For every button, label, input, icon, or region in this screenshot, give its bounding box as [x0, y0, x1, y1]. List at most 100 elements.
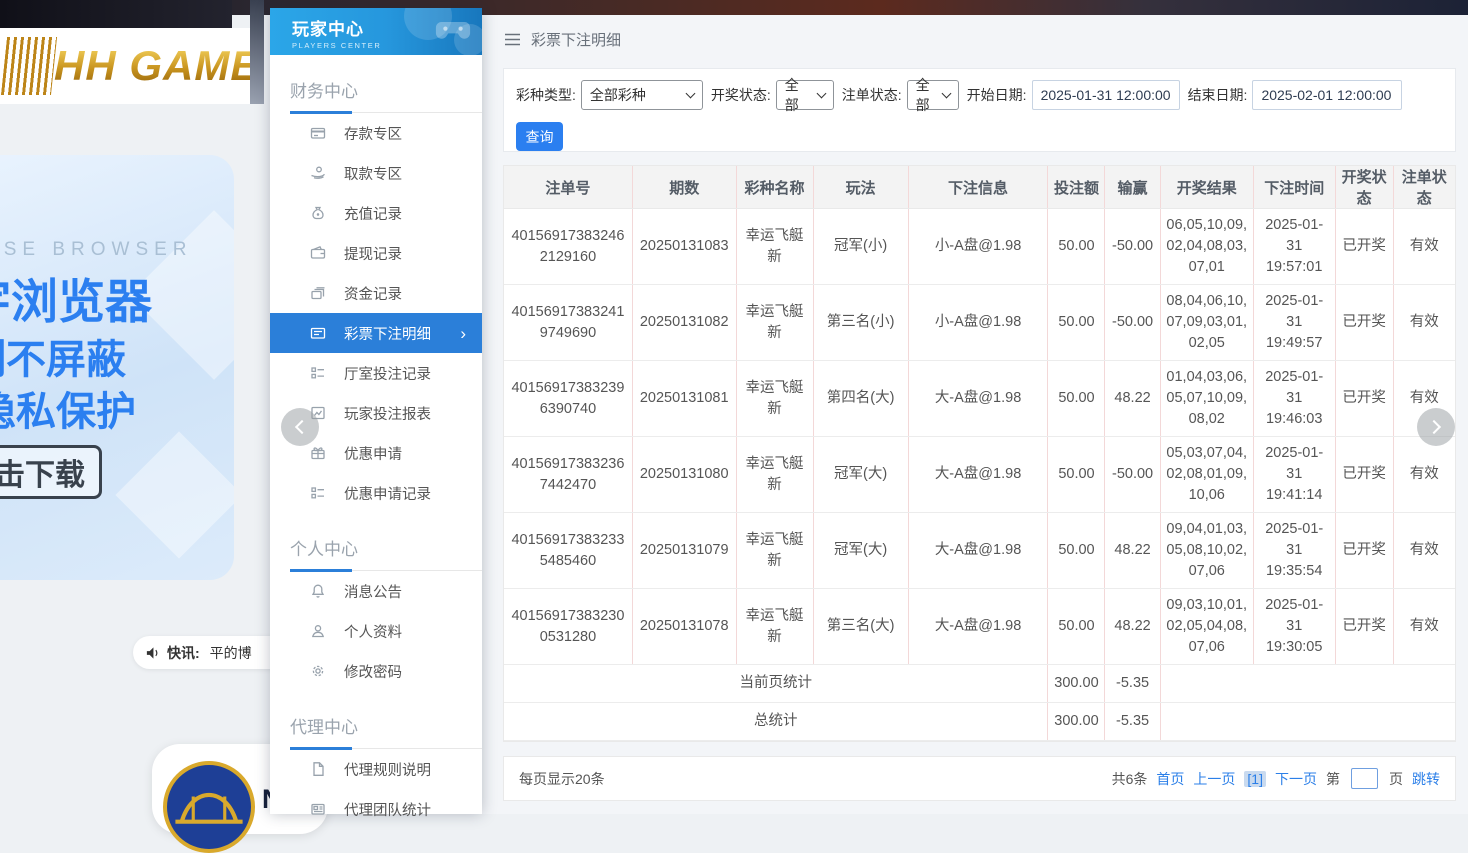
table-cell: 48.22: [1105, 361, 1160, 437]
col-order-status: 注单状态: [1393, 166, 1455, 209]
draw-status-label: 开奖状态:: [711, 85, 771, 105]
sidebar-item-recharge-records[interactable]: 充值记录: [270, 193, 482, 233]
sidebar-item-agent-rules[interactable]: 代理规则说明: [270, 749, 482, 789]
page-title-bar: 彩票下注明细: [504, 29, 621, 50]
table-cell: 第三名(小): [813, 285, 908, 361]
banner-line3: 隐私保护: [0, 379, 136, 437]
banner-subtitle: RSE BROWSER: [0, 239, 193, 261]
browser-ad-banner[interactable]: RSE BROWSER 宇浏览器 制不屏蔽 隐私保护 击下载: [0, 155, 234, 580]
sidebar-item-label: 存款专区: [344, 123, 402, 144]
table-cell: 01,04,03,06,05,07,10,09,08,02: [1160, 361, 1253, 437]
sidebar-item-label: 优惠申请记录: [344, 483, 431, 504]
sidebar-item-label: 取款专区: [344, 163, 402, 184]
sidebar-collapse-button[interactable]: [281, 408, 319, 446]
table-cell: 冠军(大): [813, 513, 908, 589]
sidebar-item-change-password[interactable]: 修改密码: [270, 651, 482, 691]
sidebar-item-promo-apply-records[interactable]: 优惠申请记录: [270, 473, 482, 513]
chevron-down-icon: [816, 89, 826, 99]
table-cell: 2025-01-31 19:49:57: [1253, 285, 1335, 361]
table-cell: 幸运飞艇新: [736, 209, 813, 285]
table-cell: 有效: [1393, 437, 1455, 513]
table-cell: 2025-01-31 19:46:03: [1253, 361, 1335, 437]
sidebar-item-deposit[interactable]: 存款专区: [270, 113, 482, 153]
table-cell: 大-A盘@1.98: [908, 589, 1048, 665]
bet-table-body: 40156917383246212916020250131083幸运飞艇新冠军(…: [504, 209, 1455, 741]
lottery-type-select[interactable]: 全部彩种: [581, 80, 703, 110]
sidebar-item-agent-team-stats[interactable]: 代理团队统计: [270, 789, 482, 829]
sidebar-item-label: 资金记录: [344, 283, 402, 304]
bet-details-table: 注单号 期数 彩种名称 玩法 下注信息 投注额 输赢 开奖结果 下注时间 开奖状…: [503, 165, 1456, 742]
order-status-select[interactable]: 全部: [907, 80, 959, 110]
chevron-right-icon: [1427, 420, 1441, 434]
search-button[interactable]: 查询: [516, 122, 563, 151]
jump-button[interactable]: 跳转: [1412, 769, 1440, 789]
summary-row: 当前页统计300.00-5.35: [504, 665, 1455, 703]
top-left-dark-band: [0, 0, 232, 30]
sidebar-item-label: 消息公告: [344, 581, 402, 602]
sidebar-item-label: 提现记录: [344, 243, 402, 264]
sidebar-item-label: 玩家投注报表: [344, 403, 431, 424]
summary-cell: -5.35: [1105, 665, 1160, 703]
checklist-icon: [310, 485, 326, 501]
first-page-link[interactable]: 首页: [1156, 769, 1184, 789]
sidebar-item-label: 代理规则说明: [344, 759, 431, 780]
prev-page-link[interactable]: 上一页: [1193, 769, 1235, 789]
sidebar-header: 玩家中心 PLAYERS CENTER: [270, 8, 482, 55]
section-title: 个人中心: [270, 513, 482, 571]
sidebar-item-lottery-bet-details[interactable]: 彩票下注明细›: [270, 313, 482, 353]
end-date-input[interactable]: [1252, 80, 1402, 110]
table-cell: 401569173832462129160: [504, 209, 632, 285]
sidebar-item-profile[interactable]: 个人资料: [270, 611, 482, 651]
gear-icon: [310, 663, 326, 679]
page-jump-input[interactable]: [1351, 768, 1378, 789]
col-order-id: 注单号: [504, 166, 632, 209]
next-page-link[interactable]: 下一页: [1275, 769, 1317, 789]
money-bag-icon: [310, 205, 326, 221]
table-cell: 20250131079: [632, 513, 736, 589]
table-cell: 50.00: [1048, 209, 1105, 285]
start-date-input[interactable]: [1032, 80, 1180, 110]
table-cell: 已开奖: [1335, 361, 1393, 437]
sidebar-item-withdrawal-records[interactable]: 提现记录: [270, 233, 482, 273]
hamburger-icon[interactable]: [504, 33, 521, 46]
table-cell: 48.22: [1105, 589, 1160, 665]
news-ticker[interactable]: 快讯: 平的博: [133, 636, 293, 669]
table-cell: 已开奖: [1335, 209, 1393, 285]
sidebar-item-messages[interactable]: 消息公告: [270, 571, 482, 611]
table-cell: 幸运飞艇新: [736, 285, 813, 361]
table-cell: 401569173832300531280: [504, 589, 632, 665]
table-cell: 小-A盘@1.98: [908, 285, 1048, 361]
col-bet-time: 下注时间: [1253, 166, 1335, 209]
user-icon: [310, 623, 326, 639]
sidebar-item-funds-records[interactable]: 资金记录: [270, 273, 482, 313]
col-bet-amount: 投注额: [1048, 166, 1105, 209]
col-win-loss: 输赢: [1105, 166, 1160, 209]
main-content: 彩票下注明细 彩种类型: 全部彩种 开奖状态: 全部 注单状态: 全部 开始日期…: [482, 15, 1468, 814]
table-cell: 大-A盘@1.98: [908, 361, 1048, 437]
sidebar-item-label: 厅室投注记录: [344, 363, 431, 384]
col-period: 期数: [632, 166, 736, 209]
coins-icon: [310, 285, 326, 301]
col-bet-info: 下注信息: [908, 166, 1048, 209]
table-cell: 05,03,07,04,02,08,01,09,10,06: [1160, 437, 1253, 513]
table-cell: 2025-01-31 19:57:01: [1253, 209, 1335, 285]
panel-next-button[interactable]: [1417, 408, 1455, 446]
team-logo: [163, 761, 255, 853]
download-button[interactable]: 击下载: [0, 445, 102, 499]
summary-cell: 300.00: [1048, 703, 1105, 741]
col-draw-result: 开奖结果: [1160, 166, 1253, 209]
checklist-icon: [310, 365, 326, 381]
table-cell: 已开奖: [1335, 285, 1393, 361]
table-cell: 09,04,01,03,05,08,10,02,07,06: [1160, 513, 1253, 589]
draw-status-select[interactable]: 全部: [776, 80, 834, 110]
table-cell: 幸运飞艇新: [736, 361, 813, 437]
lottery-type-label: 彩种类型:: [516, 85, 576, 105]
summary-cell: -5.35: [1105, 703, 1160, 741]
table-cell: 401569173832335485460: [504, 513, 632, 589]
table-cell: 第三名(大): [813, 589, 908, 665]
site-logo-bar: HH GAME: [0, 28, 264, 104]
sidebar-item-hall-bet-records[interactable]: 厅室投注记录: [270, 353, 482, 393]
sidebar-item-withdraw[interactable]: 取款专区: [270, 153, 482, 193]
table-cell: 20250131080: [632, 437, 736, 513]
section-title: 财务中心: [270, 55, 482, 113]
